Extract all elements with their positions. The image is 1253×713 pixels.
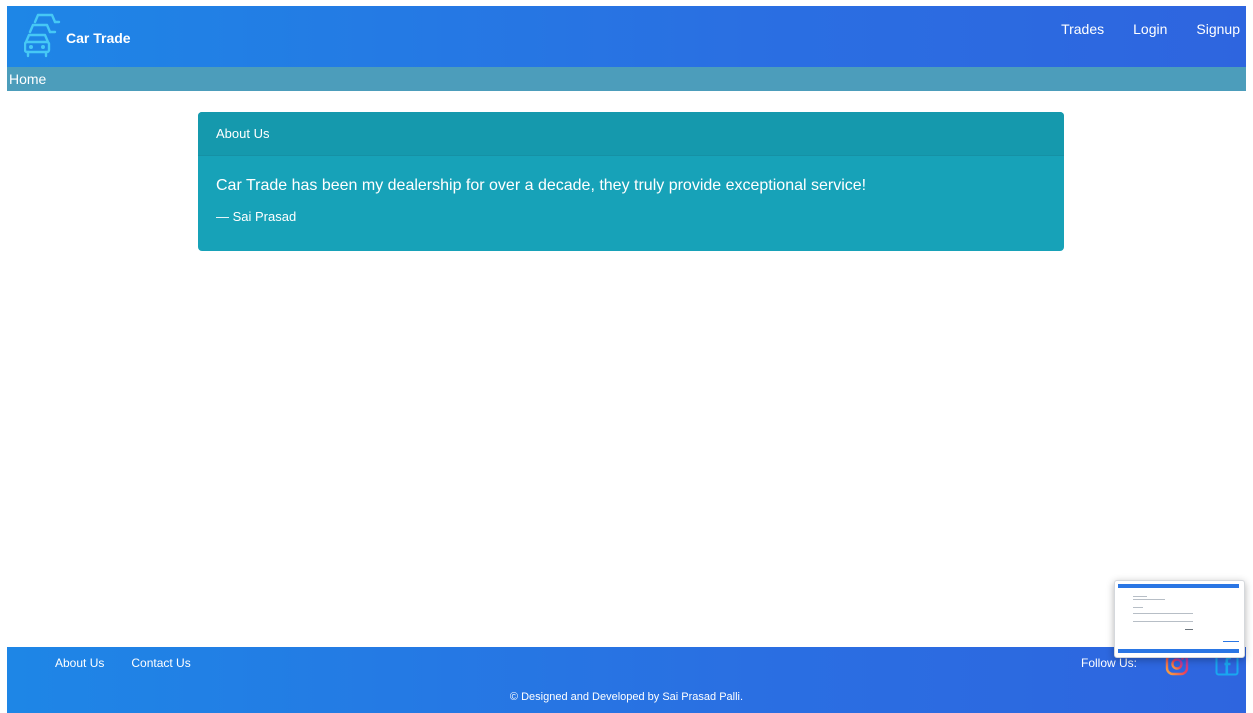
- thumbnail-line: [1133, 607, 1143, 608]
- thumbnail-footer: [1118, 649, 1239, 653]
- footer-link-about-us[interactable]: About Us: [55, 656, 104, 670]
- thumbnail-line: [1133, 599, 1165, 600]
- screenshot-thumbnail[interactable]: [1114, 580, 1245, 658]
- follow-us-label: Follow Us:: [1081, 656, 1138, 670]
- top-navbar: Car Trade Trades Login Signup: [7, 6, 1246, 67]
- nav-link-trades[interactable]: Trades: [1061, 21, 1104, 37]
- nav-link-signup[interactable]: Signup: [1196, 21, 1240, 37]
- copyright-text: © Designed and Developed by Sai Prasad P…: [509, 691, 744, 703]
- thumbnail-line: [1133, 596, 1147, 597]
- page-footer: About Us Contact Us Follow Us: © Designe…: [7, 647, 1246, 713]
- footer-link-contact-us[interactable]: Contact Us: [131, 656, 190, 670]
- nav-link-login[interactable]: Login: [1133, 21, 1167, 37]
- brand-link[interactable]: Car Trade: [24, 13, 131, 59]
- card-header: About Us: [198, 112, 1064, 156]
- thumbnail-line: [1185, 629, 1193, 630]
- footer-links: About Us Contact Us: [55, 656, 218, 670]
- thumbnail-navbar: [1118, 584, 1239, 588]
- brand-name: Car Trade: [66, 30, 131, 46]
- car-stack-icon: [24, 13, 62, 59]
- thumbnail-line: [1223, 641, 1239, 642]
- breadcrumb-bar: Home: [7, 67, 1246, 91]
- testimonial-author: — Sai Prasad: [216, 209, 297, 224]
- nav-menu: Trades Login Signup: [1032, 21, 1240, 37]
- testimonial-quote: Car Trade has been my dealership for ove…: [216, 177, 867, 194]
- thumbnail-line: [1133, 613, 1193, 614]
- thumbnail-line: [1133, 621, 1193, 622]
- breadcrumb-home[interactable]: Home: [7, 71, 46, 87]
- about-us-card: About Us Car Trade has been my dealershi…: [198, 112, 1064, 251]
